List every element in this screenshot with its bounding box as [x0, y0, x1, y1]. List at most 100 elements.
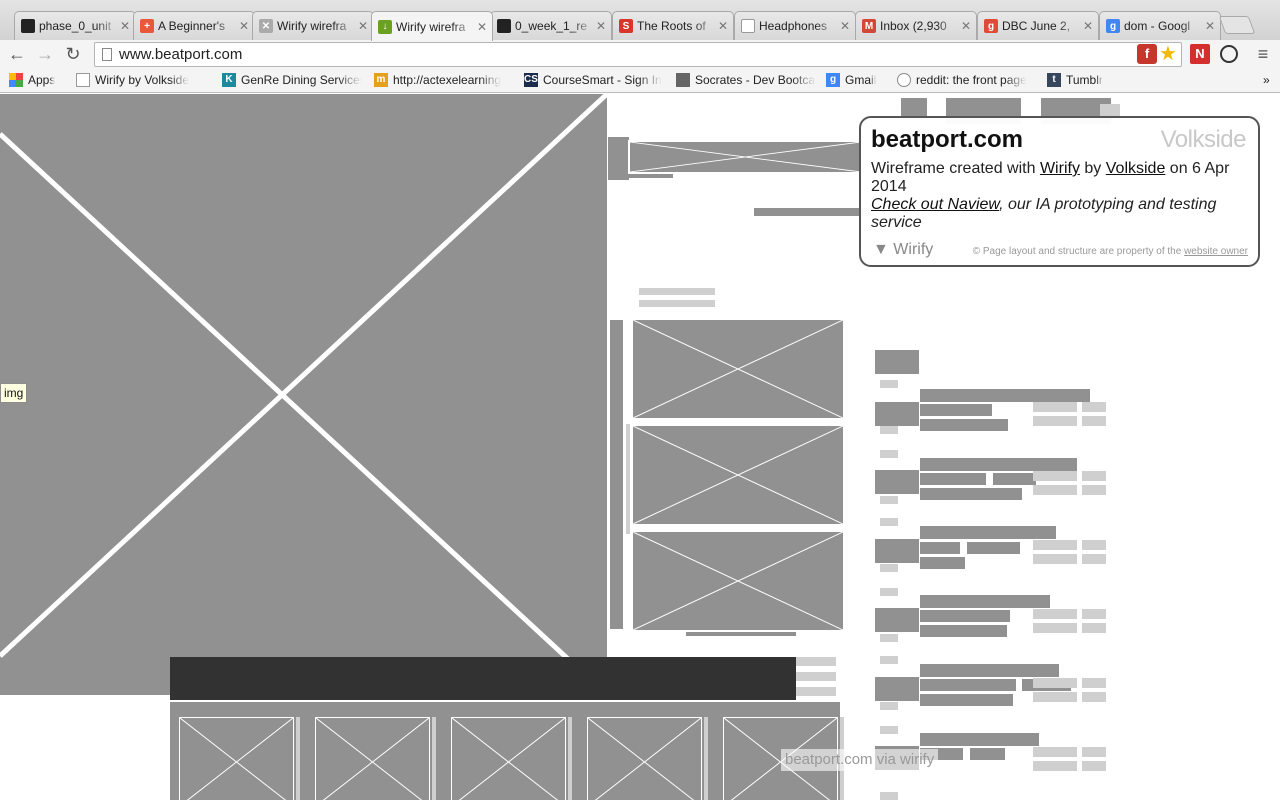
wire-text [1033, 485, 1077, 495]
tab-title: The Roots of [637, 19, 706, 33]
wire-block [628, 174, 673, 178]
wire-text [1033, 402, 1077, 412]
page-icon [102, 48, 112, 61]
wire-text [1033, 692, 1077, 702]
close-icon[interactable]: ✕ [119, 19, 131, 33]
close-icon[interactable]: ✕ [839, 19, 851, 33]
wire-block [608, 137, 629, 180]
close-icon[interactable]: ✕ [476, 20, 488, 34]
feature-image-placeholder[interactable] [632, 531, 844, 631]
wire-block [880, 792, 898, 800]
star-icon[interactable]: ★ [1158, 44, 1178, 64]
wire-text [967, 542, 1020, 554]
wire-thumb[interactable] [875, 470, 919, 494]
wire-text [920, 694, 1013, 706]
wire-thumb[interactable] [875, 677, 919, 701]
google-icon: g [1106, 19, 1120, 33]
sync-icon[interactable] [1220, 45, 1238, 63]
wire-text [639, 288, 715, 295]
wire-text [1033, 554, 1077, 564]
tab-3[interactable]: ✕ Wirify wirefra ✕ [252, 11, 374, 40]
bookmark-reddit[interactable]: reddit: the front page [897, 73, 1037, 87]
carousel-image-placeholder[interactable] [179, 717, 294, 800]
wire-thumb[interactable] [875, 402, 919, 426]
wire-text [1082, 761, 1106, 771]
carousel-image-placeholder[interactable] [451, 717, 566, 800]
google-plus-icon: g [984, 19, 998, 33]
back-icon[interactable]: ← [6, 43, 28, 65]
close-icon[interactable]: ✕ [357, 19, 369, 33]
wire-text [920, 542, 960, 554]
hero-image-placeholder[interactable] [0, 94, 607, 695]
tab-1[interactable]: phase_0_unit ✕ [14, 11, 136, 40]
carousel-image-placeholder[interactable] [587, 717, 702, 800]
flash-icon[interactable]: f [1137, 44, 1157, 64]
forward-icon[interactable]: → [34, 43, 56, 65]
tab-6[interactable]: S The Roots of ✕ [612, 11, 734, 40]
volkside-link[interactable]: Volkside [1106, 160, 1166, 177]
bookmark-genre[interactable]: K GenRe Dining Services [222, 73, 362, 87]
reload-icon[interactable]: ↻ [62, 43, 84, 65]
tab-9[interactable]: g DBC June 2, ✕ [977, 11, 1099, 40]
bookmark-coursesmart[interactable]: CS CourseSmart - Sign In [524, 73, 664, 87]
k-icon: K [222, 73, 236, 87]
wire-text [639, 300, 715, 307]
banner-image-placeholder[interactable] [628, 140, 863, 174]
close-icon[interactable]: ✕ [717, 19, 729, 33]
wire-text [920, 488, 1022, 500]
feature-image-placeholder[interactable] [632, 425, 844, 525]
bookmark-gmail[interactable]: g Gmail [826, 73, 886, 87]
wireframe-credit: Wireframe created with Wirify by Volksid… [871, 160, 1248, 196]
bookmark-actex[interactable]: m http://actexelearning [374, 73, 514, 87]
carousel-image-placeholder[interactable] [315, 717, 430, 800]
tab-7[interactable]: Headphones ✕ [734, 11, 856, 40]
wire-block [880, 380, 898, 388]
website-owner-link[interactable]: website owner [1184, 246, 1248, 257]
tab-title: Wirify wirefra [277, 19, 347, 33]
wire-text [993, 473, 1036, 485]
tab-title: Inbox (2,930 [880, 19, 947, 33]
bookmark-tumblr[interactable]: t Tumblr [1047, 73, 1117, 87]
close-icon[interactable]: ✕ [595, 19, 607, 33]
tab-8[interactable]: M Inbox (2,930 ✕ [855, 11, 977, 40]
tab-strip: phase_0_unit ✕ + A Beginner's ✕ ✕ Wirify… [0, 0, 1280, 41]
close-icon[interactable]: ✕ [1204, 19, 1216, 33]
tab-2[interactable]: + A Beginner's ✕ [133, 11, 255, 40]
browser-toolbar: ← → ↻ www.beatport.com f ★ N ≡ [0, 40, 1280, 69]
wire-text [920, 419, 1008, 431]
page-viewport: img beatport.com via wirify beatport.com… [0, 94, 1280, 800]
tab-5[interactable]: 0_week_1_re ✕ [490, 11, 612, 40]
wire-text [1082, 402, 1106, 412]
wirify-link[interactable]: Wirify [1040, 160, 1080, 177]
tab-title: A Beginner's [158, 19, 226, 33]
menu-icon[interactable]: ≡ [1253, 44, 1273, 64]
close-icon[interactable]: ✕ [960, 19, 972, 33]
m-icon: m [374, 73, 388, 87]
tab-10[interactable]: g dom - Googl ✕ [1099, 11, 1221, 40]
socrates-icon [676, 73, 690, 87]
feature-image-placeholder[interactable] [632, 319, 844, 419]
address-bar[interactable]: www.beatport.com [94, 42, 1182, 67]
wire-text [1082, 416, 1106, 426]
wire-slider[interactable] [608, 318, 625, 631]
wire-text [970, 748, 1005, 760]
wire-text [920, 625, 1007, 637]
wire-thumb[interactable] [875, 608, 919, 632]
tumblr-icon: t [1047, 73, 1061, 87]
bookmark-label: CourseSmart - Sign In [543, 73, 662, 87]
tab-4-active[interactable]: ↓ Wirify wirefra ✕ [371, 11, 493, 41]
bookmark-label: GenRe Dining Services [241, 73, 362, 87]
naview-link[interactable]: Check out Naview [871, 196, 999, 213]
close-icon[interactable]: ✕ [238, 19, 250, 33]
new-tab-button[interactable] [1218, 16, 1256, 34]
wire-text [920, 389, 1090, 402]
page-icon [741, 19, 755, 33]
close-icon[interactable]: ✕ [1082, 19, 1094, 33]
bookmark-wirify[interactable]: Wirify by Volkside [76, 73, 214, 87]
bookmarks-overflow[interactable]: » [1263, 73, 1275, 87]
wire-thumb[interactable] [875, 539, 919, 563]
bookmark-socrates[interactable]: Socrates - Dev Bootcamp [676, 73, 816, 87]
wirify-toggle[interactable]: ▼ Wirify [873, 241, 933, 259]
bookmark-apps[interactable]: Apps [9, 73, 69, 87]
netflix-icon[interactable]: N [1190, 44, 1210, 64]
